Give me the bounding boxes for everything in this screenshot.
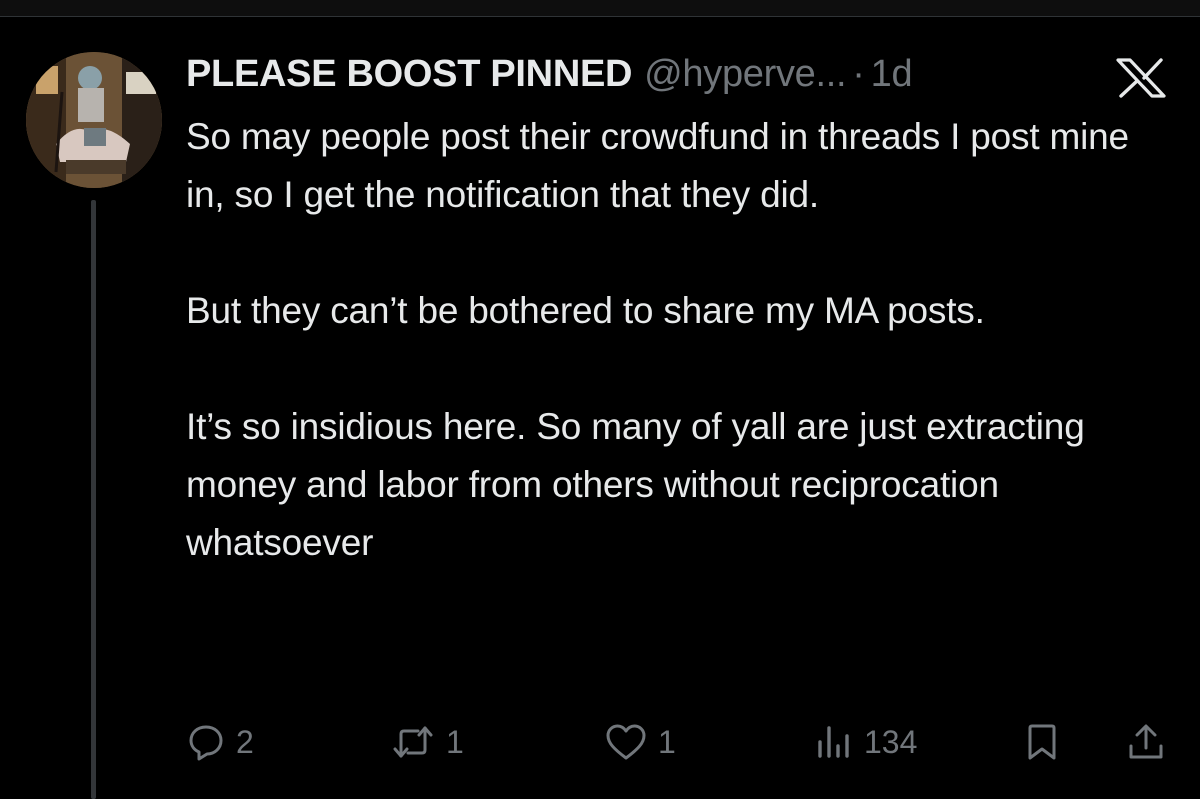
views-button[interactable]: 134	[814, 712, 917, 772]
thread-connector-line	[91, 200, 96, 799]
previous-post-divider	[0, 0, 1200, 17]
like-button[interactable]: 1	[604, 712, 676, 772]
display-name[interactable]: PLEASE BOOST PINNED	[186, 53, 632, 96]
tweet-body: So may people post their crowdfund in th…	[186, 108, 1176, 572]
bookmark-button[interactable]	[1022, 712, 1062, 772]
share-button[interactable]	[1126, 712, 1166, 772]
repost-arrows-icon	[390, 722, 436, 762]
avatar[interactable]	[26, 52, 162, 188]
bookmark-icon	[1022, 722, 1062, 762]
x-logo-icon[interactable]	[1110, 58, 1172, 98]
tweet-action-bar: 2 1 1 134	[186, 712, 1176, 772]
user-handle[interactable]: @hyperve...	[644, 53, 846, 96]
repost-button[interactable]: 1	[390, 712, 464, 772]
like-count: 1	[658, 723, 676, 760]
heart-icon	[604, 722, 648, 762]
tweet-paragraph: So may people post their crowdfund in th…	[186, 116, 1129, 215]
share-upload-icon	[1126, 722, 1166, 762]
tweet-paragraph: But they can’t be bothered to share my M…	[186, 290, 985, 331]
analytics-bars-icon	[814, 722, 854, 762]
views-count: 134	[864, 723, 918, 760]
reply-bubble-icon	[186, 722, 226, 762]
tweet-paragraph: It’s so insidious here. So many of yall …	[186, 406, 1085, 563]
post-timestamp[interactable]: 1d	[871, 53, 913, 96]
separator-dot: ·	[852, 52, 865, 95]
repost-count: 1	[446, 723, 464, 760]
tweet-header: PLEASE BOOST PINNED @hyperve... · 1d	[186, 48, 913, 100]
reply-button[interactable]: 2	[186, 712, 254, 772]
reply-count: 2	[236, 723, 254, 760]
